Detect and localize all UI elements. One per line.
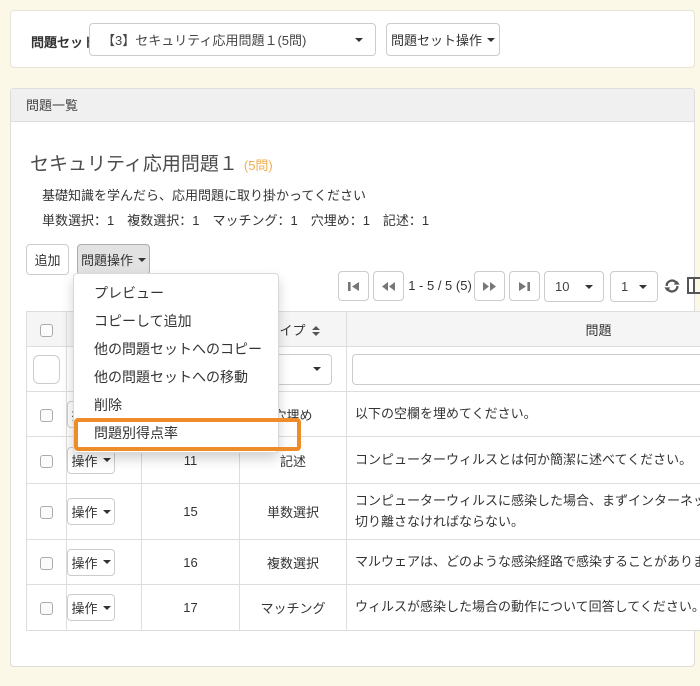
row-action-button[interactable]: 操作 (67, 549, 115, 576)
prev-page-icon (381, 281, 396, 292)
caret-down-icon (103, 560, 111, 564)
row-question: ウィルスが感染した場合の動作について回答してください。 (347, 585, 700, 631)
page-number-select[interactable]: 1 (610, 271, 658, 302)
menu-item-move-to-other-set[interactable]: 他の問題セットへの移動 (74, 363, 278, 391)
caret-down-icon (103, 458, 111, 462)
row-action-button[interactable]: 操作 (67, 594, 115, 621)
row-question: コンピューターウィルスに感染した場合、まずインターネットに接 切り離さなければな… (347, 484, 700, 540)
add-button[interactable]: 追加 (26, 244, 69, 275)
page-size-select[interactable]: 10 (544, 271, 604, 302)
row-type: 複数選択 (240, 540, 347, 585)
question-set-bar: 問題セット 【3】セキュリティ応用問題１(5問) 問題セット操作 (10, 10, 695, 68)
select-all-checkbox[interactable] (40, 324, 53, 337)
last-page-icon (518, 281, 531, 292)
question-operations-menu: プレビュー コピーして追加 他の問題セットへのコピー 他の問題セットへの移動 削… (73, 273, 279, 453)
row-checkbox[interactable] (40, 557, 53, 570)
row-checkbox[interactable] (40, 409, 53, 422)
question-header-label: 問題 (585, 323, 611, 338)
page-size-value: 10 (555, 279, 569, 294)
filter-clear-box[interactable] (33, 355, 60, 384)
question-list-panel: 問題一覧 セキュリティ応用問題１ (5問) 基礎知識を学んだら、応用問題に取り掛か… (10, 88, 695, 667)
column-chooser-icon[interactable] (687, 277, 700, 297)
chevron-down-icon (355, 38, 363, 42)
sort-icon (312, 326, 320, 336)
row-id: 15 (142, 484, 240, 540)
question-operations-label: 問題操作 (81, 250, 133, 269)
caret-down-icon (138, 258, 146, 262)
prev-page-button[interactable] (373, 271, 404, 301)
row-id: 16 (142, 540, 240, 585)
row-type: マッチング (240, 585, 347, 631)
filter-question-cell (347, 347, 700, 392)
row-checkbox[interactable] (40, 455, 53, 468)
page-number-value: 1 (621, 279, 628, 294)
next-page-button[interactable] (474, 271, 505, 301)
menu-item-delete[interactable]: 削除 (74, 391, 278, 419)
row-action-button[interactable]: 操作 (67, 498, 115, 525)
table-row: 操作 15 単数選択 コンピューターウィルスに感染した場合、まずインターネットに… (27, 484, 700, 540)
select-all-cell (27, 312, 67, 347)
row-question: 以下の空欄を埋めてください。 (347, 392, 700, 437)
row-type: 単数選択 (240, 484, 347, 540)
first-page-button[interactable] (338, 271, 369, 301)
pager-range-text: 1 - 5 / 5 (5) (408, 271, 472, 301)
question-set-operations-label: 問題セット操作 (391, 30, 482, 49)
question-column-header: 問題 (347, 312, 700, 347)
question-set-label: 問題セット (31, 32, 96, 51)
page-title: セキュリティ応用問題１ (5問) (30, 149, 273, 176)
row-checkbox[interactable] (40, 602, 53, 615)
question-set-select-value: 【3】セキュリティ応用問題１(5問) (102, 30, 306, 49)
question-operations-button[interactable]: 問題操作 (77, 244, 150, 275)
filter-checkbox-cell (27, 347, 67, 392)
row-question: コンピューターウィルスとは何か簡潔に述べてください。 (347, 437, 700, 484)
menu-item-copy-to-other-set[interactable]: 他の問題セットへのコピー (74, 335, 278, 363)
refresh-icon[interactable] (663, 277, 681, 298)
question-set-operations-button[interactable]: 問題セット操作 (386, 23, 500, 56)
menu-item-score-rate[interactable]: 問題別得点率 (74, 419, 278, 447)
title-text: セキュリティ応用問題１ (30, 154, 238, 175)
panel-heading: 問題一覧 (11, 89, 694, 122)
chevron-down-icon (585, 285, 593, 289)
table-row: 操作 16 複数選択 マルウェアは、どのような感染経路で感染することがありますか… (27, 540, 700, 585)
first-page-icon (347, 281, 360, 292)
question-set-select[interactable]: 【3】セキュリティ応用問題１(5問) (89, 23, 376, 56)
last-page-button[interactable] (509, 271, 540, 301)
type-counts: 単数選択：1 複数選択：1 マッチング：1 穴埋め：1 記述：1 (42, 210, 429, 229)
row-checkbox[interactable] (40, 506, 53, 519)
subtitle: 基礎知識を学んだら、応用問題に取り掛かってください (42, 185, 366, 204)
next-page-icon (482, 281, 497, 292)
table-row: 操作 17 マッチング ウィルスが感染した場合の動作について回答してください。 (27, 585, 700, 631)
caret-down-icon (487, 38, 495, 42)
row-id: 17 (142, 585, 240, 631)
chevron-down-icon (639, 285, 647, 289)
caret-down-icon (103, 606, 111, 610)
chevron-down-icon (313, 367, 321, 371)
menu-item-preview[interactable]: プレビュー (74, 279, 278, 307)
menu-item-copy-add[interactable]: コピーして追加 (74, 307, 278, 335)
row-question: マルウェアは、どのような感染経路で感染することがありますか？ (347, 540, 700, 585)
caret-down-icon (103, 510, 111, 514)
question-filter-input[interactable] (352, 354, 700, 385)
question-count-badge: (5問) (244, 158, 273, 173)
